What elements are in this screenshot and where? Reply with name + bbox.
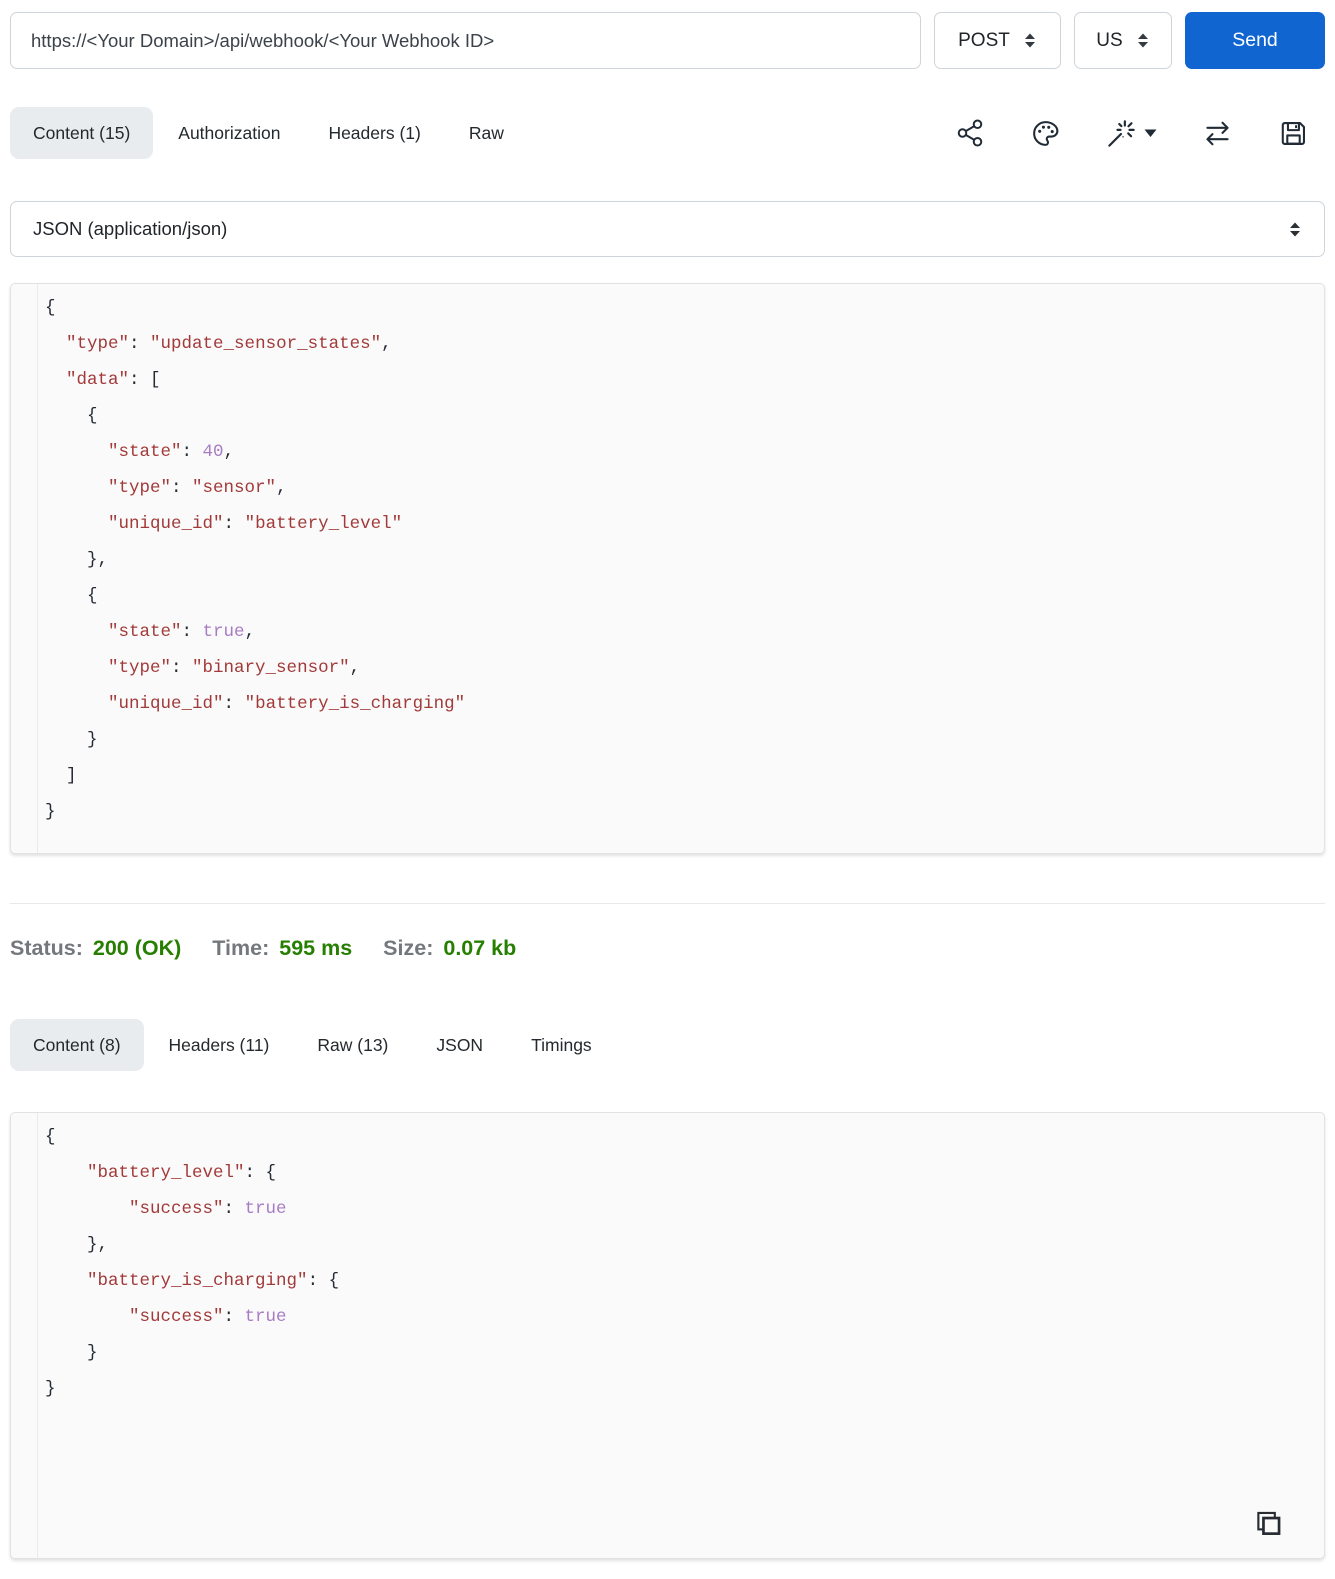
code-line: }: [45, 730, 98, 750]
tab-authorization[interactable]: Authorization: [155, 107, 303, 159]
code-line: "battery_is_charging": {: [87, 1271, 340, 1291]
send-button[interactable]: Send: [1185, 12, 1325, 69]
response-tabs-row: Content (8) Headers (11) Raw (13) JSON Timin…: [10, 1019, 1325, 1071]
updown-caret-icon: [1023, 32, 1037, 49]
palette-icon[interactable]: [1030, 118, 1061, 149]
tab-content-8[interactable]: Content (8): [10, 1019, 144, 1071]
url-input[interactable]: [10, 12, 921, 69]
code-line: "type": "binary_sensor",: [108, 658, 361, 678]
tab-raw[interactable]: Raw: [446, 107, 527, 159]
code-line: "state": 40,: [108, 442, 235, 462]
editor-gutter: [11, 284, 38, 853]
code-line: ]: [45, 766, 77, 786]
size-label: Size:: [383, 935, 434, 960]
code-line: "success": true: [129, 1199, 287, 1219]
code-line: }: [45, 802, 56, 822]
code-line: "unique_id": "battery_level": [108, 514, 403, 534]
updown-caret-icon: [1288, 221, 1302, 238]
response-status-bar: Status: 200 (OK) Time: 595 ms Size: 0.07…: [10, 926, 1325, 970]
code-line: },: [45, 550, 109, 570]
response-body-viewer: { "battery_level": { "success": true }, …: [10, 1112, 1325, 1559]
status-label: Status:: [10, 935, 83, 960]
updown-caret-icon: [1136, 32, 1150, 49]
magic-wand-icon: [1106, 118, 1137, 149]
tab-headers-1[interactable]: Headers (1): [305, 107, 443, 159]
code-line: }: [45, 1379, 56, 1399]
method-select-value: POST: [958, 29, 1010, 51]
share-icon[interactable]: [955, 118, 985, 148]
request-bar: POST US Send: [10, 12, 1325, 69]
code-line: {: [45, 586, 98, 606]
locale-select[interactable]: US: [1074, 12, 1172, 69]
time-value: 595 ms: [279, 935, 353, 960]
caret-down-icon: [1144, 129, 1157, 138]
request-toolbar: [955, 118, 1325, 149]
body-type-select-value: JSON (application/json): [33, 218, 228, 239]
response-tabs: Content (8) Headers (11) Raw (13) JSON Timin…: [10, 1019, 617, 1071]
code-line: },: [45, 1235, 109, 1255]
code-line: "type": "update_sensor_states",: [66, 334, 392, 354]
response-body-json: { "battery_level": { "success": true }, …: [38, 1113, 1324, 1558]
code-line: "type": "sensor",: [108, 478, 287, 498]
locale-select-value: US: [1096, 29, 1123, 51]
api-client-page: POST US Send Content (15)AuthorizationHe…: [0, 0, 1335, 1559]
status-value: 200 (OK): [92, 935, 182, 960]
code-line: {: [45, 298, 56, 318]
code-line: {: [45, 1127, 56, 1147]
swap-arrows-icon[interactable]: [1202, 118, 1233, 149]
tab-timings[interactable]: Timings: [508, 1019, 615, 1071]
request-body-json: { "type": "update_sensor_states", "data"…: [38, 284, 1324, 853]
copy-icon[interactable]: [1250, 1506, 1286, 1542]
tab-json[interactable]: JSON: [413, 1019, 506, 1071]
magic-wand-menu[interactable]: [1106, 118, 1157, 149]
viewer-gutter: [11, 1113, 38, 1558]
body-type-select[interactable]: JSON (application/json): [10, 201, 1325, 257]
code-line: "unique_id": "battery_is_charging": [108, 694, 466, 714]
save-icon[interactable]: [1278, 118, 1309, 149]
tab-raw-13[interactable]: Raw (13): [294, 1019, 411, 1071]
code-line: {: [45, 406, 98, 426]
code-line: "state": true,: [108, 622, 256, 642]
code-line: "data": [: [66, 370, 161, 390]
code-line: "battery_level": {: [87, 1163, 277, 1183]
request-body-editor[interactable]: { "type": "update_sensor_states", "data"…: [10, 283, 1325, 854]
section-divider: [10, 903, 1325, 904]
size-value: 0.07 kb: [443, 935, 517, 960]
method-select[interactable]: POST: [934, 12, 1061, 69]
tab-content-15[interactable]: Content (15): [10, 107, 154, 159]
request-tabs-row: Content (15) Authorization Headers (1) Raw: [10, 107, 1325, 159]
tab-headers-11[interactable]: Headers (11): [146, 1019, 293, 1071]
code-line: "success": true: [129, 1307, 287, 1327]
request-tabs: Content (15) Authorization Headers (1) Raw: [10, 107, 529, 159]
time-label: Time:: [212, 935, 270, 960]
code-line: }: [45, 1343, 98, 1363]
